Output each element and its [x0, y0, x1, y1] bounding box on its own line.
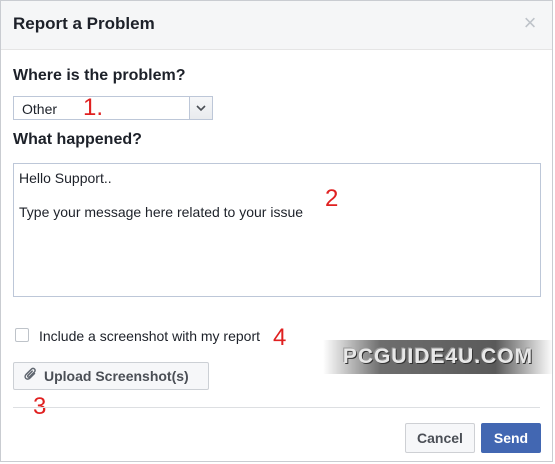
message-textarea[interactable]: Hello Support.. Type your message here r… — [13, 163, 541, 297]
include-screenshot-checkbox[interactable] — [15, 328, 29, 342]
annotation-1: 1. — [83, 94, 104, 121]
dialog-title: Report a Problem — [13, 14, 155, 33]
report-problem-dialog: Report a Problem × Where is the problem?… — [0, 0, 553, 462]
upload-screenshot-button[interactable]: Upload Screenshot(s) — [13, 362, 209, 390]
paperclip-icon — [24, 367, 38, 386]
chevron-down-icon[interactable] — [189, 97, 212, 119]
what-label: What happened? — [13, 131, 142, 148]
include-screenshot-label: Include a screenshot with my report — [39, 328, 260, 344]
problem-location-select[interactable]: Other — [13, 96, 213, 120]
cancel-button[interactable]: Cancel — [405, 423, 475, 453]
select-value: Other — [22, 101, 58, 117]
close-icon[interactable]: × — [520, 12, 540, 34]
send-button[interactable]: Send — [481, 423, 541, 453]
upload-button-label: Upload Screenshot(s) — [44, 368, 189, 384]
where-label: Where is the problem? — [13, 67, 186, 84]
annotation-2: 2 — [325, 185, 339, 212]
dialog-header: Report a Problem × — [1, 1, 552, 50]
watermark-logo: PCGUIDE4U.COM — [323, 340, 553, 374]
message-line-1: Hello Support.. — [19, 170, 112, 186]
watermark-text: PCGUIDE4U.COM — [342, 345, 534, 368]
annotation-4: 4 — [273, 324, 287, 351]
footer-divider — [13, 407, 540, 408]
message-line-2: Type your message here related to your i… — [19, 204, 304, 220]
